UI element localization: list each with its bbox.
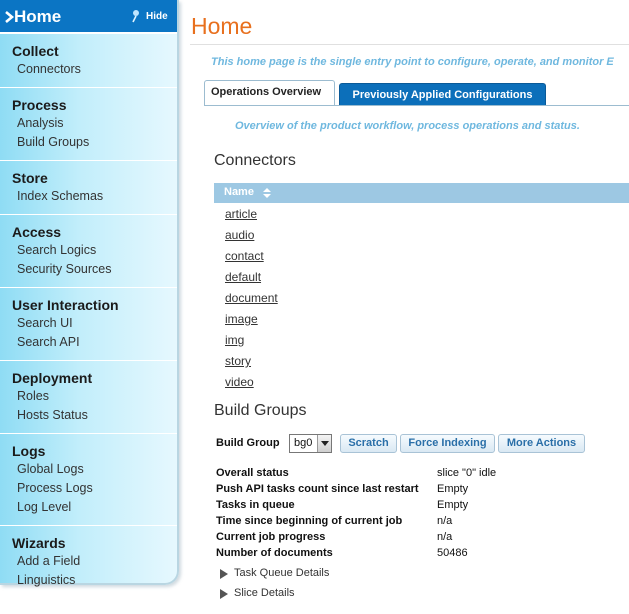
tab-operations-overview[interactable]: Operations Overview [204,80,335,105]
build-group-toolbar: Build Group bg0 Scratch Force Indexing M… [216,433,629,455]
build-group-status: Overall status slice "0" idle Push API t… [216,466,616,562]
nav-item-connectors[interactable]: Connectors [12,60,177,79]
status-row: Number of documents 50486 [216,546,616,562]
sort-icon[interactable] [262,188,272,198]
connector-link-document[interactable]: document [225,288,278,309]
connector-link-video[interactable]: video [225,372,278,393]
nav-section-collect: Collect Connectors [0,34,177,88]
connector-link-story[interactable]: story [225,351,278,372]
connector-link-contact[interactable]: contact [225,246,278,267]
force-indexing-button[interactable]: Force Indexing [400,434,495,453]
nav-item-search-api[interactable]: Search API [12,333,177,352]
connectors-list: article audio contact default document i… [225,204,278,393]
nav-section-logs: Logs Global Logs Process Logs Log Level [0,434,177,526]
nav-item-build-groups[interactable]: Build Groups [12,133,177,152]
nav-section-title[interactable]: Process [12,96,177,114]
nav-section-deployment: Deployment Roles Hosts Status [0,361,177,434]
expander-label[interactable]: Slice Details [234,587,295,599]
build-groups-heading: Build Groups [214,402,307,419]
status-key: Overall status [216,467,289,479]
status-key: Tasks in queue [216,499,295,511]
nav-section-title[interactable]: User Interaction [12,296,177,314]
nav-section-user-interaction: User Interaction Search UI Search API [0,288,177,361]
status-row: Current job progress n/a [216,530,616,546]
column-header-name[interactable]: Name [224,186,254,198]
nav-section-title[interactable]: Logs [12,442,177,460]
nav-section-process: Process Analysis Build Groups [0,88,177,161]
more-actions-button[interactable]: More Actions [498,434,585,453]
page-subtitle: This home page is the single entry point… [211,56,614,68]
connectors-heading: Connectors [214,152,296,169]
nav-item-add-a-field[interactable]: Add a Field [12,552,177,571]
status-key: Push API tasks count since last restart [216,483,419,495]
tab-bar: Operations Overview Previously Applied C… [204,80,629,105]
connector-link-audio[interactable]: audio [225,225,278,246]
connectors-table-header: Name [214,183,629,203]
nav-section-title[interactable]: Wizards [12,534,177,552]
nav-item-index-schemas[interactable]: Index Schemas [12,187,177,206]
nav-item-log-level[interactable]: Log Level [12,498,177,517]
nav-item-security-sources[interactable]: Security Sources [12,260,177,279]
nav-section-wizards: Wizards Add a Field Linguistics [0,526,177,598]
nav-section-title[interactable]: Access [12,223,177,241]
connector-link-default[interactable]: default [225,267,278,288]
status-row: Overall status slice "0" idle [216,466,616,482]
build-group-label: Build Group [216,437,280,449]
divider [204,105,629,106]
nav-section-title[interactable]: Store [12,169,177,187]
nav-section-title[interactable]: Deployment [12,369,177,387]
nav-item-analysis[interactable]: Analysis [12,114,177,133]
status-key: Time since beginning of current job [216,515,403,527]
status-value: Empty [437,483,469,495]
pin-icon[interactable] [130,9,142,23]
connector-link-img[interactable]: img [225,330,278,351]
divider [190,44,629,45]
status-value: n/a [437,515,453,527]
status-key: Current job progress [216,531,326,543]
tab-description: Overview of the product workflow, proces… [235,120,580,132]
sidebar-header: Home Hide [0,0,177,34]
expand-triangle-icon[interactable] [220,589,228,599]
nav-item-process-logs[interactable]: Process Logs [12,479,177,498]
page-title: Home [191,13,253,39]
scratch-button[interactable]: Scratch [340,434,397,453]
main-content: Home This home page is the single entry … [190,0,629,614]
status-row: Tasks in queue Empty [216,498,616,514]
expand-triangle-icon[interactable] [220,569,228,579]
connector-link-image[interactable]: image [225,309,278,330]
nav-section-store: Store Index Schemas [0,161,177,215]
nav-item-linguistics[interactable]: Linguistics [12,571,177,590]
connector-link-article[interactable]: article [225,204,278,225]
nav-section-access: Access Search Logics Security Sources [0,215,177,288]
nav-item-hosts-status[interactable]: Hosts Status [12,406,177,425]
status-value: slice "0" idle [437,467,497,479]
nav-item-roles[interactable]: Roles [12,387,177,406]
dropdown-arrow-icon[interactable] [317,435,331,452]
build-group-selected-value: bg0 [294,437,313,449]
nav-item-global-logs[interactable]: Global Logs [12,460,177,479]
build-group-select[interactable]: bg0 [289,434,332,453]
hide-sidebar-button[interactable]: Hide [146,11,168,22]
status-row: Push API tasks count since last restart … [216,482,616,498]
nav-section-title[interactable]: Collect [12,42,177,60]
status-value: n/a [437,531,453,543]
tab-previously-applied-configurations[interactable]: Previously Applied Configurations [339,83,546,105]
expander-label[interactable]: Task Queue Details [234,567,329,579]
nav-item-search-ui[interactable]: Search UI [12,314,177,333]
status-row: Time since beginning of current job n/a [216,514,616,530]
nav-item-search-logics[interactable]: Search Logics [12,241,177,260]
sidebar-title[interactable]: Home [14,7,61,27]
status-key: Number of documents [216,547,333,559]
sidebar: Home Hide Collect Connectors Process Ana… [0,0,179,587]
status-value: 50486 [437,547,468,559]
status-value: Empty [437,499,469,511]
